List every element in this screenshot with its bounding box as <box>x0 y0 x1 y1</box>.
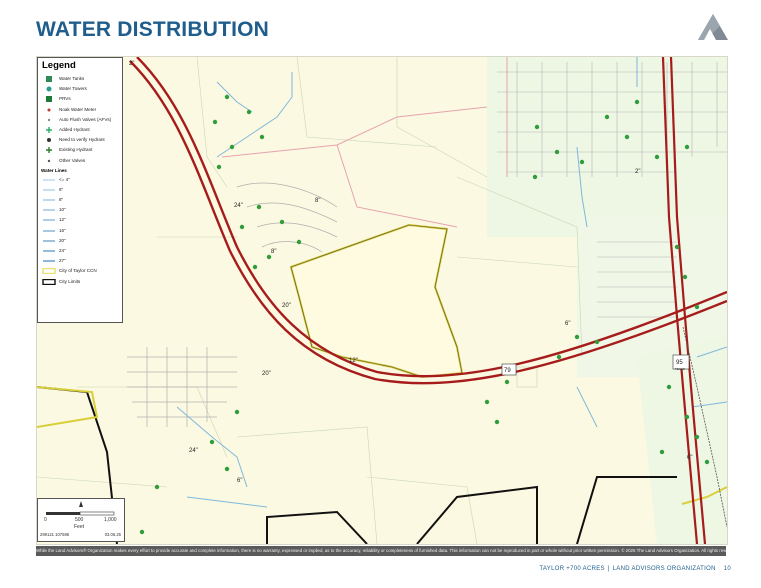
legend-item: Added Hydrant <box>38 125 122 135</box>
svg-text:24": 24" <box>189 448 198 454</box>
legend-item: Other Valves <box>38 156 122 166</box>
tank-icon <box>46 76 52 82</box>
line-swatch-icon <box>43 250 55 252</box>
map-reference-id: 299121 107586 <box>40 532 70 537</box>
map-canvas: 79 95 TEXAS 12" 20" 20" 24" 24" 8" 8" 6"… <box>37 57 727 544</box>
footer-separator: | <box>607 566 610 572</box>
legend-item: Auto Flush Valves (AFVs) <box>38 115 122 125</box>
svg-text:8": 8" <box>315 198 320 204</box>
svg-text:6": 6" <box>687 455 692 461</box>
tower-icon <box>46 86 52 92</box>
legend-line: 12" <box>38 215 122 225</box>
footer-company: LAND ADVISORS ORGANIZATION <box>612 566 716 572</box>
scale-label-1000: 1,000 <box>104 517 117 523</box>
highway-79-shield: 79 <box>504 368 511 374</box>
legend-line: 27" <box>38 256 122 266</box>
svg-text:6": 6" <box>237 478 242 484</box>
page-title: WATER DISTRIBUTION <box>36 18 270 41</box>
line-swatch-icon <box>43 219 55 221</box>
water-distribution-map[interactable]: 79 95 TEXAS 12" 20" 20" 24" 24" 8" 8" 6"… <box>36 56 728 545</box>
legend-item: Water Towers <box>38 84 122 94</box>
hydrant-verify-icon <box>47 138 51 143</box>
line-swatch-icon <box>43 209 55 211</box>
prv-icon <box>46 96 52 103</box>
map-date: 03.06.25 <box>104 532 121 537</box>
svg-text:8": 8" <box>271 249 276 255</box>
scale-unit: Feet <box>74 524 85 530</box>
legend-line: 8" <box>38 195 122 205</box>
legend-line: 6" <box>38 185 122 195</box>
scale-label-500: 500 <box>75 517 84 523</box>
north-arrow-icon <box>79 501 83 507</box>
line-swatch-icon <box>43 189 55 191</box>
legend-line: 24" <box>38 246 122 256</box>
disclaimer-bar: While the Land Advisors® Organization ma… <box>36 546 726 556</box>
page-number: 10 <box>723 566 731 572</box>
valve-icon <box>47 159 51 162</box>
svg-text:TEXAS: TEXAS <box>675 367 685 371</box>
legend-line: <= 4" <box>38 175 122 185</box>
legend-area: City of Taylor CCN <box>38 266 122 276</box>
legend-line: 10" <box>38 205 122 215</box>
hydrant-existing-icon <box>46 147 52 154</box>
hydrant-added-icon <box>46 126 52 133</box>
line-swatch-icon <box>43 240 55 242</box>
scale-bar: 0 500 1,000 Feet 299121 107586 03.06.25 <box>37 498 125 542</box>
footer-project: TAYLOR +700 ACRES <box>539 566 605 572</box>
line-swatch-icon <box>43 199 55 201</box>
legend-water-lines-title: Water Lines <box>41 167 67 173</box>
company-logo-icon <box>698 14 728 40</box>
legend-line: 20" <box>38 236 122 246</box>
meter-icon <box>47 108 51 112</box>
svg-text:20": 20" <box>282 303 291 309</box>
highway-95-shield: 95 <box>676 360 683 366</box>
line-swatch-icon <box>43 260 55 262</box>
legend-item: Need to verify Hydrant <box>38 135 122 145</box>
map-legend: Legend Water Tanks Water Towers PRVs Noa… <box>37 57 123 323</box>
svg-text:20": 20" <box>262 371 271 377</box>
svg-text:2": 2" <box>129 61 134 67</box>
legend-area: City Limits <box>38 277 122 287</box>
svg-text:24": 24" <box>234 203 243 209</box>
scale-label-0: 0 <box>44 517 47 523</box>
svg-text:12": 12" <box>349 358 358 364</box>
line-swatch-icon <box>43 230 55 232</box>
afv-icon <box>47 118 51 121</box>
legend-item: PRVs <box>38 94 122 104</box>
ccn-swatch-icon <box>42 268 56 275</box>
city-limits-swatch-icon <box>42 278 56 285</box>
line-swatch-icon <box>43 179 55 181</box>
legend-title: Legend <box>42 60 76 71</box>
svg-text:2": 2" <box>635 169 640 175</box>
legend-item: Existing Hydrant <box>38 145 122 155</box>
page-footer: TAYLOR +700 ACRES | LAND ADVISORS ORGANIZA… <box>539 566 731 572</box>
legend-item: Noak Water Meter <box>38 105 122 115</box>
legend-line: 16" <box>38 226 122 236</box>
svg-text:6": 6" <box>565 321 570 327</box>
legend-item: Water Tanks <box>38 74 122 84</box>
